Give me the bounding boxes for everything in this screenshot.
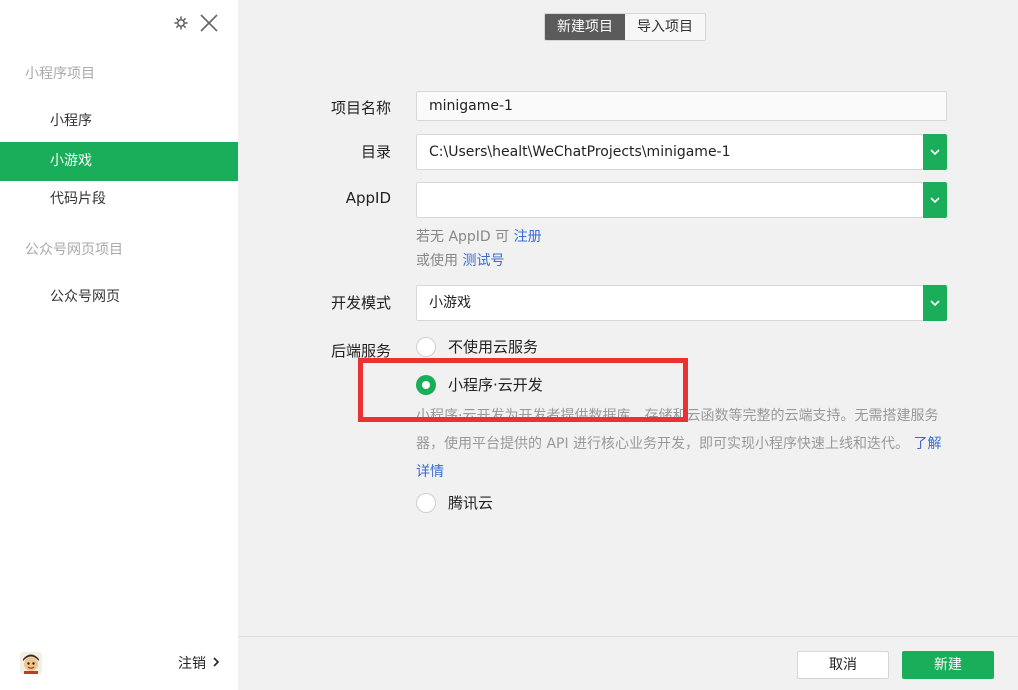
group-title-official-account: 公众号网页项目 (25, 242, 123, 258)
chevron-down-icon (930, 196, 940, 203)
sidebar-item-official-webpage[interactable]: 公众号网页 (0, 278, 238, 317)
main-panel: 新建项目 导入项目 项目名称 minigame-1 目录 C:\Users\he… (238, 0, 1018, 690)
sidebar-item-miniprogram[interactable]: 小程序 (0, 102, 238, 141)
gear-icon[interactable] (174, 16, 188, 30)
dev-mode-dropdown-button[interactable] (923, 285, 947, 321)
radio-label-tencent-cloud: 腾讯云 (448, 494, 494, 512)
dev-mode-label: 开发模式 (330, 294, 391, 312)
avatar[interactable] (20, 652, 42, 674)
tab-new-project[interactable]: 新建项目 (545, 14, 625, 40)
appid-dropdown-button[interactable] (923, 182, 947, 218)
directory-label: 目录 (360, 143, 391, 161)
appid-hint-testid: 或使用 测试号 (416, 250, 504, 270)
radio-tencent-cloud[interactable]: 腾讯云 (416, 492, 493, 513)
group-title-miniprogram: 小程序项目 (25, 66, 95, 82)
sidebar: 小程序项目 小程序 小游戏 代码片段 公众号网页项目 公众号网页 注销 (0, 0, 238, 690)
cloud-dev-description: 小程序·云开发为开发者提供数据库、存储和云函数等完整的云端支持。无需搭建服务器，… (416, 402, 951, 486)
sidebar-toolbar (174, 10, 220, 36)
radio-label-no-cloud: 不使用云服务 (448, 338, 539, 356)
footer-bar: 取消 新建 (238, 636, 1018, 690)
logout-label: 注销 (178, 656, 206, 672)
create-button[interactable]: 新建 (902, 651, 994, 679)
dev-mode-value: 小游戏 (429, 295, 471, 311)
radio-label-cloud-dev: 小程序·云开发 (448, 376, 543, 394)
backend-label: 后端服务 (330, 342, 391, 360)
chevron-down-icon (930, 148, 940, 155)
appid-hint2-text: 或使用 (416, 253, 463, 269)
radio-button-checked[interactable] (416, 374, 436, 395)
chevron-down-icon (930, 299, 940, 306)
radio-button[interactable] (416, 336, 436, 357)
logout-button[interactable]: 注销 (178, 653, 220, 673)
project-tabs: 新建项目 导入项目 (544, 13, 706, 41)
directory-select[interactable]: C:\Users\healt\WeChatProjects\minigame-1 (416, 134, 947, 170)
appid-select[interactable] (416, 182, 947, 218)
chevron-right-icon (212, 655, 220, 671)
test-account-link[interactable]: 测试号 (462, 253, 504, 269)
tab-import-project[interactable]: 导入项目 (625, 14, 705, 40)
appid-hint-text: 若无 AppID 可 (416, 229, 514, 245)
appid-label: AppID (345, 189, 391, 207)
cancel-button[interactable]: 取消 (797, 651, 889, 679)
appid-hint-register: 若无 AppID 可 注册 (416, 226, 542, 246)
project-name-label: 项目名称 (330, 99, 391, 117)
cloud-dev-description-text: 小程序·云开发为开发者提供数据库、存储和云函数等完整的云端支持。无需搭建服务器，… (416, 408, 939, 452)
project-name-input[interactable]: minigame-1 (416, 91, 947, 121)
sidebar-footer: 注销 (0, 650, 238, 676)
sidebar-item-minigame[interactable]: 小游戏 (0, 142, 238, 181)
radio-button[interactable] (416, 492, 436, 513)
close-icon[interactable] (198, 12, 220, 34)
directory-value: C:\Users\healt\WeChatProjects\minigame-1 (429, 144, 731, 160)
directory-dropdown-button[interactable] (923, 134, 947, 170)
sidebar-item-code-snippet[interactable]: 代码片段 (0, 180, 238, 219)
register-link[interactable]: 注册 (514, 229, 542, 245)
dev-mode-select[interactable]: 小游戏 (416, 285, 947, 321)
radio-no-cloud[interactable]: 不使用云服务 (416, 336, 538, 357)
radio-cloud-dev[interactable]: 小程序·云开发 (416, 374, 543, 395)
